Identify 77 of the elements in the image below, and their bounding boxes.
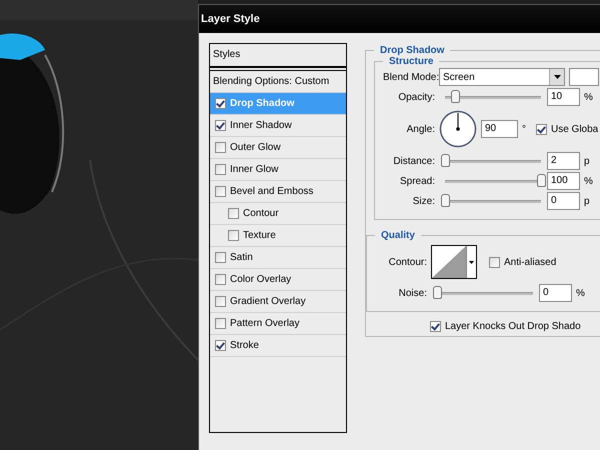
field-label: Size:: [412, 196, 435, 206]
field-label: Opacity:: [397, 92, 435, 102]
blend-mode-dropdown[interactable]: Screen: [439, 68, 565, 86]
checkbox[interactable]: [215, 186, 226, 197]
style-item[interactable]: Texture: [210, 225, 346, 247]
checkbox[interactable]: [215, 340, 226, 351]
checkbox[interactable]: [430, 320, 441, 332]
checkbox[interactable]: [215, 252, 226, 263]
style-label: Texture: [243, 230, 276, 241]
style-label: Stroke: [230, 340, 259, 351]
style-item[interactable]: Stroke: [210, 335, 346, 357]
field-label: Spread:: [398, 176, 435, 186]
color-swatch[interactable]: [569, 68, 599, 86]
input-field[interactable]: 90: [481, 120, 518, 138]
style-label: Pattern Overlay: [230, 318, 300, 329]
unit-label: p: [584, 156, 590, 166]
input-field[interactable]: 100: [547, 172, 580, 190]
field-label: Contour:: [388, 256, 427, 268]
style-item[interactable]: Satin: [210, 247, 346, 269]
checkbox[interactable]: [215, 164, 226, 175]
slider-thumb[interactable]: [537, 174, 546, 186]
section-title: Drop Shadow: [379, 45, 446, 56]
caret-icon: [466, 246, 476, 278]
checkbox[interactable]: [215, 142, 226, 153]
field-label: Distance:: [392, 156, 435, 166]
checkbox[interactable]: [228, 230, 239, 241]
unit-label: %: [584, 92, 593, 102]
style-label: Inner Shadow: [230, 120, 292, 131]
checkbox-label: Use Globa: [551, 124, 598, 134]
input-field[interactable]: 0: [539, 284, 572, 302]
input-field[interactable]: 0: [547, 192, 580, 210]
style-item[interactable]: Outer Glow: [210, 137, 346, 159]
style-label: Drop Shadow: [230, 98, 294, 109]
style-item[interactable]: Color Overlay: [210, 269, 346, 291]
slider-thumb[interactable]: [441, 194, 450, 206]
style-label: Contour: [243, 208, 279, 219]
style-label: Bevel and Emboss: [230, 186, 314, 197]
style-item[interactable]: Inner Shadow: [210, 115, 346, 137]
style-item[interactable]: Pattern Overlay: [210, 313, 346, 335]
contour-picker[interactable]: [431, 245, 477, 279]
checkbox[interactable]: [215, 318, 226, 329]
field-label: Angle:: [406, 124, 435, 134]
styles-header[interactable]: Styles: [210, 44, 346, 68]
checkbox[interactable]: [489, 256, 500, 268]
section-title: Quality: [380, 230, 416, 241]
slider-thumb[interactable]: [441, 154, 450, 166]
style-item[interactable]: Contour: [210, 203, 346, 225]
unit-label: %: [576, 288, 585, 298]
style-label: Inner Glow: [230, 164, 278, 175]
checkbox[interactable]: [215, 120, 226, 131]
unit-label: °: [522, 124, 526, 134]
checkbox[interactable]: [215, 296, 226, 307]
style-item[interactable]: Inner Glow: [210, 159, 346, 181]
style-item[interactable]: Bevel and Emboss: [210, 181, 346, 203]
field-label: Noise:: [398, 288, 427, 298]
input-field[interactable]: 10: [547, 88, 580, 106]
checkbox[interactable]: [215, 98, 226, 109]
checkbox[interactable]: [215, 274, 226, 285]
checkbox-label: Layer Knocks Out Drop Shado: [445, 320, 581, 332]
checkbox[interactable]: [536, 124, 547, 134]
unit-label: %: [584, 176, 593, 186]
window-title: Layer Style: [201, 13, 260, 25]
checkbox[interactable]: [228, 208, 239, 219]
unit-label: p: [584, 196, 590, 206]
style-label: Outer Glow: [230, 142, 281, 153]
contour-curve-icon: [432, 246, 466, 278]
caret-icon: [549, 69, 564, 85]
slider-thumb[interactable]: [433, 286, 442, 298]
checkbox-label: Anti-aliased: [504, 256, 556, 268]
style-label: Color Overlay: [230, 274, 292, 285]
style-label: Satin: [230, 252, 253, 263]
section-title: Structure: [388, 56, 434, 67]
input-field[interactable]: 2: [547, 152, 580, 170]
style-label: Gradient Overlay: [230, 296, 306, 307]
angle-dial[interactable]: [439, 110, 477, 148]
style-item[interactable]: Gradient Overlay: [210, 291, 346, 313]
slider-thumb[interactable]: [450, 90, 460, 102]
